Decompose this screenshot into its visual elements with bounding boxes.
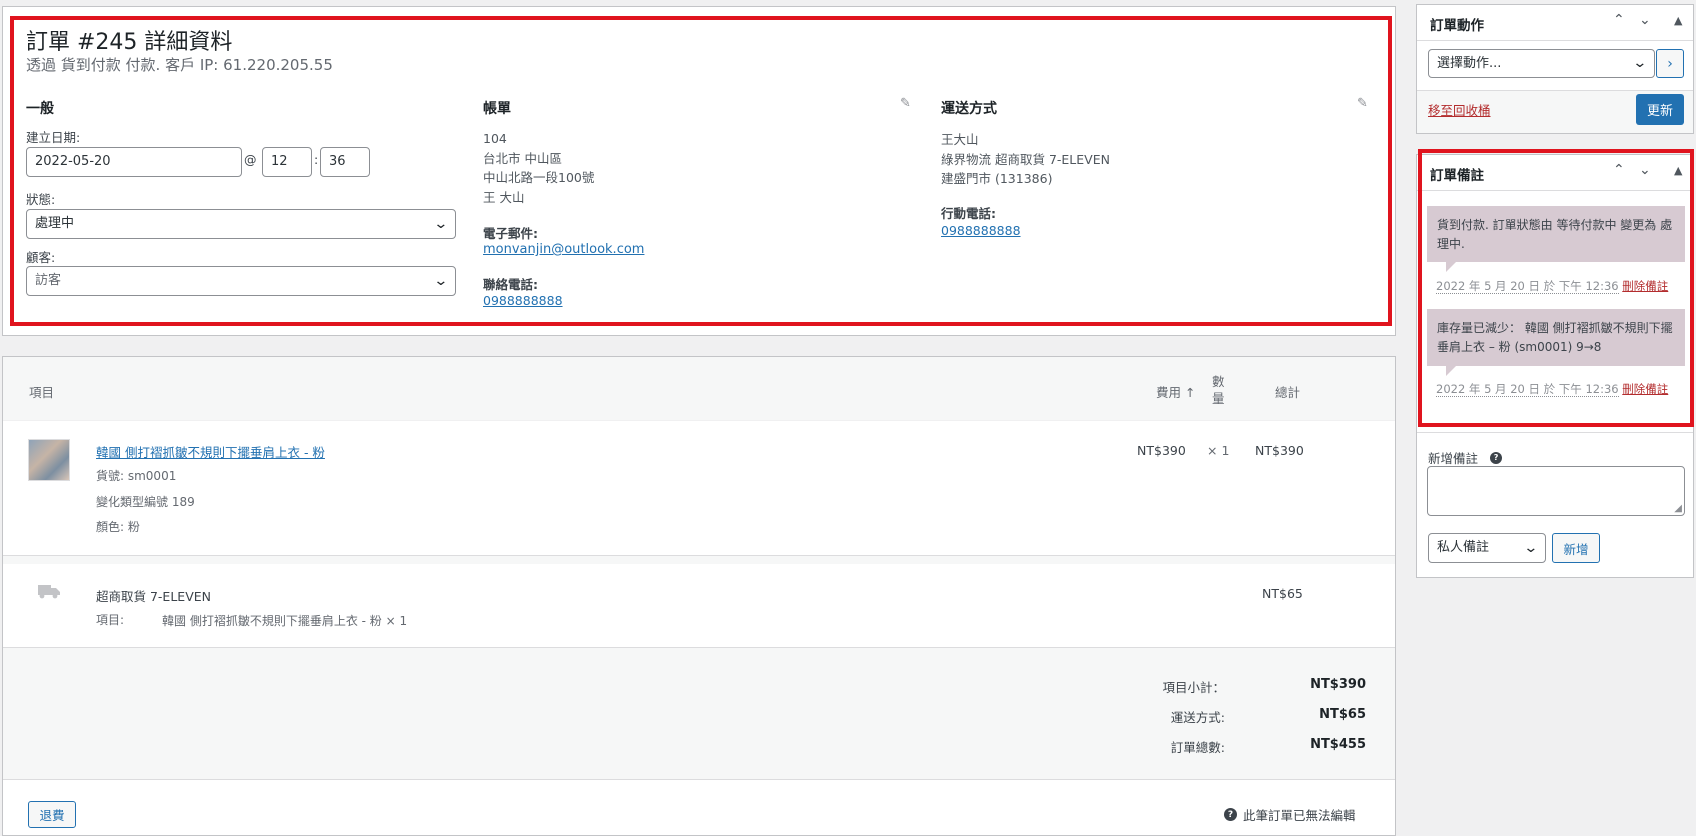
- status-select-value: 處理中: [35, 216, 75, 231]
- billing-email-link[interactable]: monvanjin@outlook.com: [483, 242, 644, 257]
- shipping-address-line: 建盛門市 (131386): [941, 171, 1053, 186]
- minute-input[interactable]: 36: [320, 147, 370, 177]
- notes-divider: [1417, 432, 1693, 433]
- shipping-address: 王大山 綠界物流 超商取貨 7-ELEVEN 建盛門市 (131386): [941, 130, 1110, 189]
- chevron-right-icon: ›: [1667, 55, 1673, 72]
- order-total-value: NT$455: [1310, 737, 1366, 752]
- billing-heading: 帳單: [483, 101, 511, 117]
- row-divider: [3, 779, 1395, 780]
- note-type-select[interactable]: 私人備註 ⌄: [1428, 533, 1546, 563]
- shipping-address-line: 王大山: [941, 132, 979, 147]
- subtotal-label: 項目小計：: [1162, 680, 1225, 695]
- not-editable-notice: ? 此筆訂單已無法編輯: [1224, 805, 1356, 824]
- date-created-input[interactable]: 2022-05-20: [26, 147, 242, 177]
- chevron-down-icon: ⌄: [433, 216, 449, 232]
- apply-action-button[interactable]: ›: [1656, 49, 1684, 78]
- col-header-total[interactable]: 總計: [1275, 382, 1300, 401]
- time-colon: :: [314, 152, 319, 167]
- shipping-items-value: 韓國 側打褶抓皺不規則下擺垂肩上衣 - 粉 × 1: [162, 614, 408, 628]
- billing-address-line: 中山北路一段100號: [483, 170, 595, 185]
- col-header-cost[interactable]: 費用 ↑: [1156, 382, 1195, 401]
- col-header-qty-line: 量: [1212, 391, 1225, 406]
- billing-address: 104 台北市 中山區 中山北路一段100號 王 大山: [483, 129, 594, 207]
- product-variation-id: 變化類型編號 189: [96, 495, 195, 509]
- order-title: 訂單 #245 詳細資料: [26, 30, 233, 55]
- help-icon[interactable]: ?: [1224, 808, 1237, 821]
- product-qty: × 1: [1207, 443, 1230, 458]
- product-sku: 貨號: sm0001: [96, 469, 177, 483]
- customer-select[interactable]: 訪客 ⌄: [26, 266, 456, 296]
- product-color: 顏色: 粉: [96, 520, 140, 534]
- hour-input[interactable]: 12: [262, 147, 312, 177]
- at-separator: @: [244, 152, 257, 167]
- row-spacer: [3, 556, 1395, 564]
- add-note-button[interactable]: 新增: [1552, 533, 1600, 563]
- status-label: 狀態:: [26, 192, 56, 207]
- billing-email-label: 電子郵件:: [483, 226, 538, 241]
- chevron-down-icon: ⌄: [1523, 540, 1539, 556]
- shipping-mobile-label: 行動電話:: [941, 206, 996, 221]
- add-note-label: 新增備註: [1428, 451, 1479, 466]
- general-heading: 一般: [26, 101, 54, 117]
- billing-phone-link[interactable]: 0988888888: [483, 293, 563, 308]
- not-editable-text: 此筆訂單已無法編輯: [1243, 808, 1356, 823]
- move-up-icon[interactable]: ⌃: [1613, 12, 1625, 28]
- product-name-link[interactable]: 韓國 側打褶抓皺不規則下擺垂肩上衣 - 粉: [96, 442, 325, 461]
- resize-handle-icon[interactable]: ◢: [1674, 503, 1682, 514]
- status-select[interactable]: 處理中 ⌄: [26, 209, 456, 239]
- shipping-heading: 運送方式: [941, 101, 997, 117]
- subtotal-value: NT$390: [1310, 677, 1366, 692]
- product-thumbnail[interactable]: [28, 439, 70, 481]
- customer-label: 顧客:: [26, 250, 56, 265]
- shipping-total: NT$65: [1262, 586, 1303, 601]
- order-total-label: 訂單總數:: [1170, 740, 1225, 755]
- billing-address-line: 王 大山: [483, 189, 525, 205]
- col-header-qty[interactable]: 數 量: [1212, 373, 1225, 407]
- billing-address-line: 104: [483, 131, 507, 146]
- add-note-label-row: 新增備註 ?: [1428, 448, 1503, 467]
- col-header-item[interactable]: 項目: [29, 382, 54, 401]
- truck-icon: [38, 583, 60, 603]
- col-header-cost-label: 費用: [1156, 385, 1182, 400]
- collapse-toggle-icon[interactable]: ▲: [1674, 14, 1682, 27]
- help-icon[interactable]: ?: [1490, 451, 1503, 464]
- shipping-total-value: NT$65: [1319, 707, 1366, 722]
- shipping-method-name: 超商取貨 7-ELEVEN: [96, 589, 211, 604]
- move-down-icon[interactable]: ⌃: [1639, 10, 1651, 26]
- update-button[interactable]: 更新: [1636, 94, 1684, 125]
- note-type-select-value: 私人備註: [1437, 540, 1490, 555]
- refund-button[interactable]: 退費: [28, 801, 76, 828]
- box-header-divider: [1417, 40, 1693, 41]
- edit-shipping-pencil-icon[interactable]: ✎: [1357, 96, 1368, 111]
- edit-billing-pencil-icon[interactable]: ✎: [900, 96, 911, 111]
- customer-select-value: 訪客: [35, 273, 62, 288]
- billing-address-line: 台北市 中山區: [483, 150, 562, 166]
- order-subtitle: 透過 貨到付款 付款. 客戶 IP: 61.220.205.55: [26, 56, 333, 74]
- product-cost: NT$390: [1137, 443, 1186, 458]
- billing-phone-label: 聯絡電話:: [483, 277, 538, 292]
- product-total: NT$390: [1255, 443, 1304, 458]
- shipping-total-label: 運送方式:: [1170, 710, 1225, 725]
- order-notes-highlight-frame: [1418, 149, 1694, 427]
- date-created-label: 建立日期:: [26, 130, 81, 145]
- chevron-down-icon: ⌄: [433, 273, 449, 289]
- shipping-address-line: 綠界物流 超商取貨 7-ELEVEN: [941, 151, 1110, 167]
- shipping-items-label: 項目:: [96, 613, 125, 627]
- order-action-select[interactable]: 選擇動作... ⌄: [1428, 49, 1655, 78]
- order-actions-title: 訂單動作: [1430, 18, 1484, 34]
- shipping-mobile-link[interactable]: 0988888888: [941, 223, 1021, 238]
- move-to-trash-link[interactable]: 移至回收桶: [1428, 100, 1491, 119]
- chevron-down-icon: ⌄: [1632, 55, 1648, 71]
- order-action-select-value: 選擇動作...: [1437, 56, 1502, 71]
- col-header-qty-line: 數: [1212, 374, 1225, 389]
- sort-arrow-up-icon: ↑: [1185, 385, 1196, 400]
- add-note-textarea[interactable]: ◢: [1427, 466, 1685, 516]
